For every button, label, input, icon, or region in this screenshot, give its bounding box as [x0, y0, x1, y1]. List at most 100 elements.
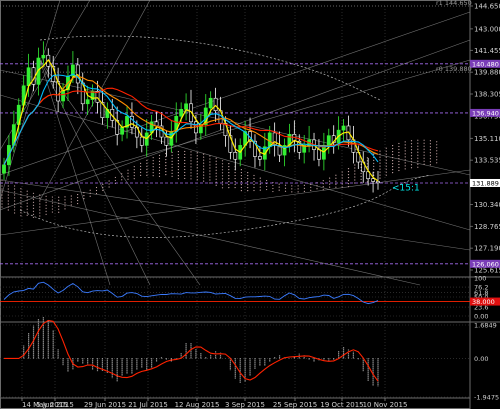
rsi-tick-label: 0.00 — [474, 313, 488, 321]
price-tick-label: 143.000 — [474, 25, 500, 33]
cloud-dot — [64, 202, 66, 204]
candle-body — [371, 178, 375, 182]
cloud-dot — [385, 162, 387, 164]
cloud-dot — [322, 180, 324, 182]
cloud-dot — [259, 186, 261, 188]
rsi-level-label: 38.000 — [472, 298, 495, 306]
price-tick-label: 135.110 — [474, 135, 500, 143]
cloud-dot — [121, 176, 123, 178]
cloud-dot — [228, 169, 230, 171]
candle-body — [41, 54, 46, 59]
cloud-dot — [234, 186, 236, 189]
cloud-dot — [240, 175, 242, 177]
cloud-dot — [184, 150, 186, 153]
cloud-dot — [278, 186, 280, 188]
cloud-dot — [341, 186, 343, 188]
cloud-dot — [329, 186, 331, 188]
cloud-dot — [190, 178, 192, 180]
cloud-dot — [417, 154, 419, 156]
cloud-dot — [140, 168, 142, 170]
cloud-dot — [203, 159, 205, 161]
cloud-dot — [26, 199, 28, 201]
cloud-dot — [203, 153, 205, 155]
time-tick-label: 29 Jun 2015 — [84, 401, 126, 409]
cloud-dot — [436, 150, 438, 152]
cloud-dot — [26, 202, 28, 204]
time-axis: 14 May 20155 Jun 2015 29 Jun 2015 21 Jul 2… — [0, 397, 470, 409]
cloud-dot — [14, 212, 16, 214]
cloud-dot — [140, 165, 142, 167]
cloud-dot — [203, 168, 205, 170]
cloud-dot — [7, 200, 9, 202]
cloud-dot — [102, 189, 104, 191]
cloud-dot — [278, 183, 280, 185]
cloud-dot — [392, 154, 394, 156]
cloud-dot — [108, 183, 110, 185]
time-tick-label: 21 Jul 2015 — [128, 401, 168, 409]
cloud-dot — [410, 152, 413, 154]
cloud-dot — [14, 191, 16, 193]
cloud-dot — [398, 166, 400, 169]
cloud-dot — [108, 180, 110, 182]
cloud-dot — [152, 157, 154, 159]
cloud-dot — [360, 178, 362, 180]
cloud-dot — [45, 198, 47, 200]
cloud-dot — [177, 166, 179, 168]
cloud-dot — [190, 157, 192, 159]
cloud-dot — [354, 173, 356, 175]
cloud-dot — [127, 175, 129, 177]
cloud-dot — [266, 185, 268, 188]
cloud-dot — [253, 183, 255, 186]
cloud-dot — [379, 162, 381, 164]
cloud-dot — [436, 144, 438, 146]
cloud-dot — [398, 154, 400, 157]
cloud-dot — [385, 168, 387, 170]
cloud-dot — [341, 177, 343, 179]
cloud-dot — [133, 166, 135, 168]
cloud-dot — [32, 198, 35, 200]
level-label: r0 139.880 — [436, 65, 472, 73]
cloud-dot — [39, 194, 41, 196]
cloud-dot — [221, 163, 224, 165]
macd-tick-label: 1.6849 — [474, 322, 497, 330]
cloud-dot — [196, 164, 198, 166]
cloud-dot — [89, 189, 91, 191]
cloud-dot — [209, 164, 211, 166]
cloud-dot — [209, 179, 211, 181]
cloud-dot — [7, 194, 9, 196]
cloud-dot — [158, 163, 161, 166]
cloud-dot — [404, 168, 406, 170]
price-tick-label: 141.455 — [474, 47, 500, 55]
cloud-dot — [228, 172, 230, 174]
cloud-dot — [392, 169, 394, 171]
cloud-dot — [196, 167, 198, 169]
cloud-dot — [404, 162, 406, 164]
cloud-dot — [7, 209, 9, 211]
cloud-dot — [379, 153, 381, 155]
rsi-line — [3, 281, 379, 305]
cloud-dot — [14, 209, 16, 211]
cloud-dot — [266, 179, 268, 182]
candle-body — [213, 97, 218, 112]
cloud-dot — [209, 155, 211, 157]
cloud-dot — [177, 157, 179, 159]
trend-line — [0, 189, 421, 286]
cloud-dot — [165, 174, 167, 176]
cloud-dot — [215, 157, 217, 159]
cloud-dot — [417, 139, 419, 141]
cloud-dot — [410, 140, 413, 142]
cloud-dot — [171, 175, 173, 177]
cloud-dot — [203, 177, 205, 179]
cloud-dot — [335, 186, 337, 188]
cloud-dot — [410, 167, 413, 169]
cloud-dot — [423, 151, 425, 153]
cloud-dot — [398, 145, 400, 148]
cloud-dot — [385, 165, 387, 167]
cloud-dot — [221, 178, 224, 180]
cloud-dot — [32, 204, 35, 206]
cloud-dot — [272, 184, 274, 187]
cloud-dot — [373, 162, 375, 164]
cloud-dot — [114, 176, 116, 179]
cloud-dot — [329, 177, 331, 179]
cloud-dot — [234, 171, 236, 174]
